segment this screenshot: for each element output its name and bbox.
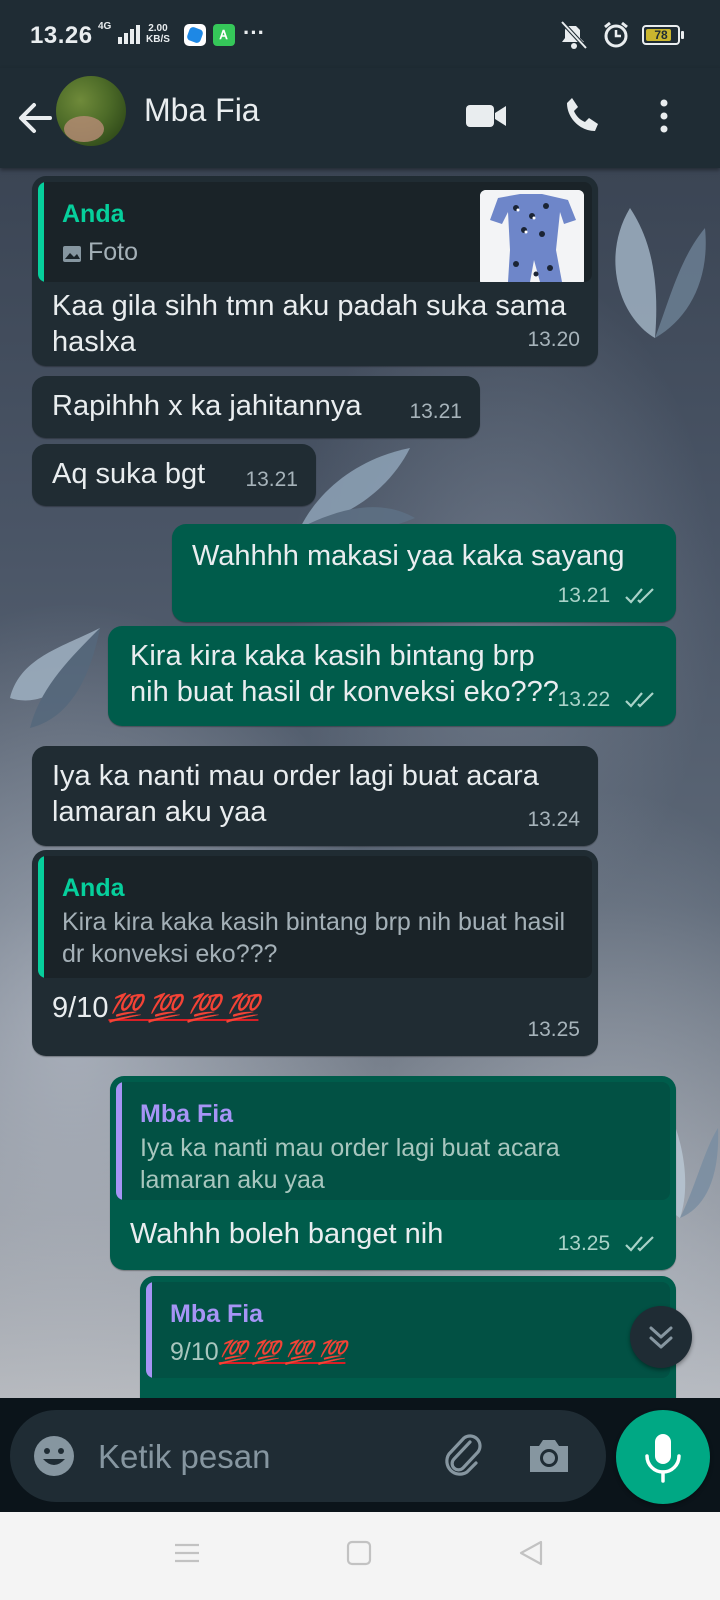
alarm-icon (604, 21, 628, 48)
message-bubble-incoming[interactable]: Aq suka bgt 13.21 (32, 444, 316, 506)
more-vert-icon[interactable] (642, 94, 686, 138)
app-notification-icon (184, 24, 206, 46)
double-check-icon (625, 588, 654, 605)
quoted-message[interactable]: Mba Fia 9/10💯 💯 💯 💯 (146, 1282, 670, 1378)
message-bubble-incoming[interactable]: Anda Kira kira kaka kasih bintang brp ni… (32, 850, 598, 1056)
quoted-sender: Anda (62, 200, 125, 228)
voice-call-icon[interactable] (560, 94, 604, 138)
mute-icon (560, 20, 588, 50)
message-text: 9/10💯 💯 💯 💯 (52, 990, 259, 1026)
message-time: 13.20 (527, 328, 580, 351)
message-text: Wahhhh makasi yaa kaka sayang (192, 540, 625, 572)
quoted-sender: Mba Fia (170, 1300, 264, 1328)
butterfly-decoration (615, 208, 706, 338)
camera-icon[interactable] (526, 1432, 572, 1478)
signal-icon (118, 24, 140, 44)
message-composer: Ketik pesan (10, 1410, 606, 1502)
message-bubble-outgoing[interactable]: Mba Fia 9/10💯 💯 💯 💯 (140, 1276, 676, 1398)
attach-icon[interactable] (440, 1432, 486, 1478)
network-type: 4G (98, 21, 112, 32)
back-nav-icon[interactable] (518, 1540, 544, 1566)
image-icon (63, 246, 81, 262)
contact-name[interactable]: Mba Fia (144, 92, 260, 129)
home-icon[interactable] (346, 1540, 372, 1566)
app-notification-icon-2: Ꭺ (213, 24, 235, 46)
message-bubble-incoming[interactable]: Iya ka nanti mau order lagi buat acara l… (32, 746, 598, 846)
message-text-label: 9/10 (52, 992, 109, 1024)
quoted-text: Kira kira kaka kasih bintang brp nih bua… (62, 908, 566, 968)
message-time-label: 13.21 (557, 584, 611, 607)
message-text: Wahhh boleh banget nih (130, 1218, 444, 1250)
message-text: Iya ka nanti mau order lagi buat acara l… (52, 760, 539, 828)
hundred-points-emoji: 💯 💯 💯 💯 (218, 1339, 347, 1365)
message-time: 13.21 (558, 578, 658, 614)
quoted-message[interactable]: Anda Kira kira kaka kasih bintang brp ni… (38, 856, 592, 978)
chat-wallpaper: Anda Foto Kaa gila sihh tmn aku padah su… (0, 168, 720, 1398)
chat-header: Mba Fia (0, 68, 720, 168)
mic-button[interactable] (616, 1410, 710, 1504)
message-text: Kira kira kaka kasih bintang brp nih bua… (130, 640, 559, 708)
status-bar: 13.26 4G 2.00 KB/S Ꭺ ··· 78 (0, 0, 720, 68)
message-bubble-incoming[interactable]: Anda Foto Kaa gila sihh tmn aku padah su… (32, 176, 598, 366)
video-call-icon[interactable] (464, 94, 508, 138)
quoted-photo-thumbnail[interactable] (480, 190, 584, 282)
message-time-label: 13.22 (557, 688, 611, 711)
hundred-points-emoji: 💯 💯 💯 💯 (108, 993, 259, 1023)
message-time: 13.25 (558, 1226, 658, 1262)
speed-unit: KB/S (146, 34, 170, 45)
message-time: 13.21 (245, 468, 298, 491)
scroll-to-bottom-button[interactable] (630, 1306, 692, 1368)
message-time: 13.24 (527, 808, 580, 831)
message-text: Aq suka bgt (52, 458, 206, 490)
quoted-sender: Mba Fia (140, 1100, 234, 1128)
quoted-sender: Anda (62, 874, 125, 902)
message-bubble-incoming[interactable]: Rapihhh x ka jahitannya 13.21 (32, 376, 480, 438)
message-text: Rapihhh x ka jahitannya (52, 390, 362, 422)
battery-icon: 78 (642, 25, 684, 45)
double-check-icon (625, 1236, 654, 1253)
speed-value: 2.00 (148, 23, 168, 34)
message-time: 13.25 (527, 1018, 580, 1041)
system-nav-bar (0, 1512, 720, 1600)
emoji-icon[interactable] (32, 1434, 76, 1478)
network-speed: 2.00 KB/S (146, 23, 170, 45)
status-time: 13.26 (30, 22, 93, 49)
double-check-icon (625, 692, 654, 709)
message-time-label: 13.25 (557, 1232, 611, 1255)
quoted-text-label: 9/10 (170, 1338, 219, 1366)
battery-level: 78 (654, 28, 668, 42)
message-text: Kaa gila sihh tmn aku padah suka sama ha… (52, 290, 567, 358)
recents-menu-icon[interactable] (174, 1540, 200, 1566)
message-bubble-outgoing[interactable]: Mba Fia Iya ka nanti mau order lagi buat… (110, 1076, 676, 1270)
mic-icon (645, 1434, 681, 1483)
double-chevron-down-icon (649, 1326, 673, 1349)
message-time: 13.21 (409, 400, 462, 423)
quoted-message[interactable]: Mba Fia Iya ka nanti mau order lagi buat… (116, 1082, 670, 1200)
quoted-text: Iya ka nanti mau order lagi buat acara l… (140, 1134, 560, 1194)
message-time: 13.22 (558, 682, 658, 718)
butterfly-decoration (10, 628, 100, 728)
more-notifications-icon: ··· (243, 20, 265, 45)
contact-avatar[interactable] (56, 76, 126, 146)
message-input[interactable]: Ketik pesan (98, 1438, 270, 1476)
message-bubble-outgoing[interactable]: Wahhhh makasi yaa kaka sayang 13.21 (172, 524, 676, 622)
back-arrow-icon[interactable] (14, 96, 54, 140)
quoted-message[interactable]: Anda Foto (38, 182, 592, 282)
message-bubble-outgoing[interactable]: Kira kira kaka kasih bintang brp nih bua… (108, 626, 676, 726)
quoted-text: 9/10💯 💯 💯 💯 (170, 1336, 656, 1368)
